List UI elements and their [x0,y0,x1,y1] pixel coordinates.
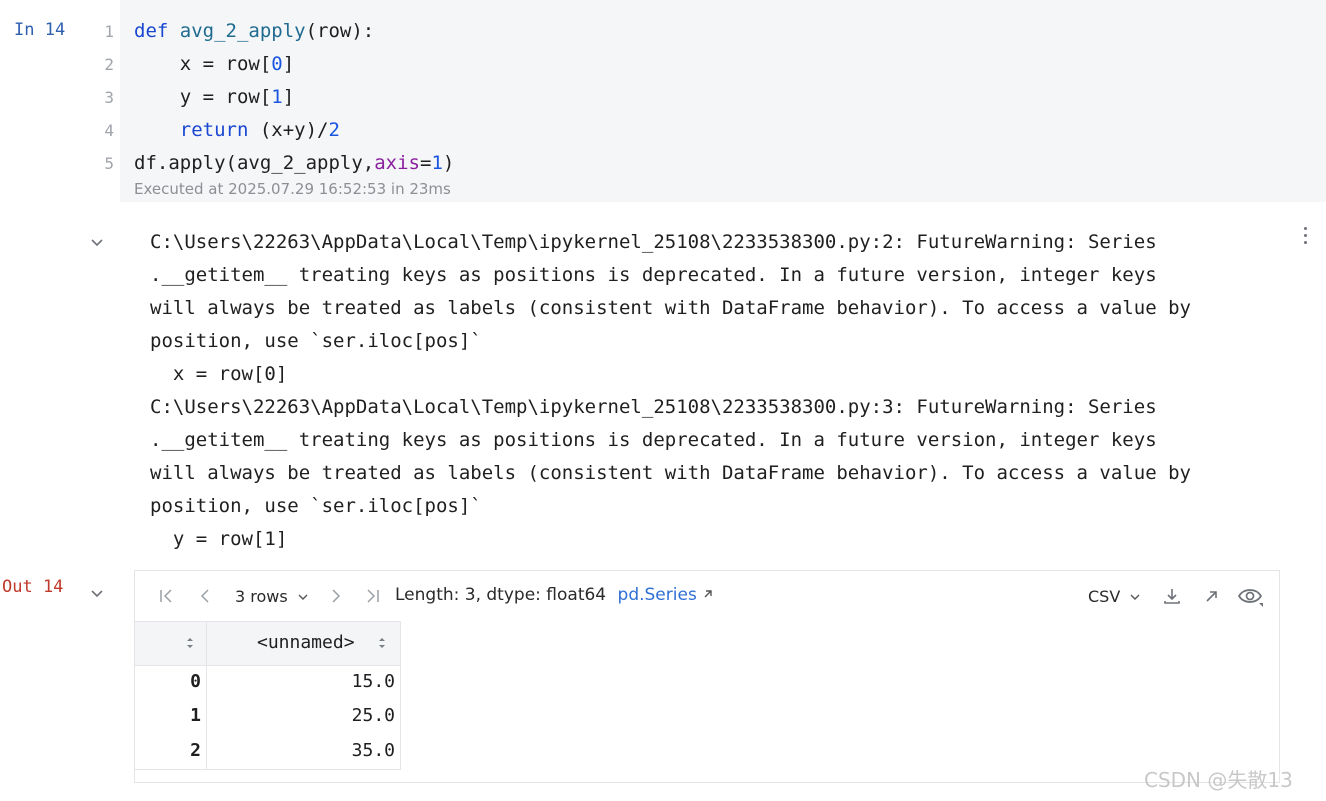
code-token: avg_2_apply [179,20,306,42]
chevron-down-icon [1130,594,1140,600]
code-line[interactable]: return (x+y)/2 [134,114,340,147]
code-line[interactable]: y = row[1] [134,81,294,114]
code-token: x = row[ [134,53,272,75]
execution-status: Executed at 2025.07.29 16:52:53 in 23ms [134,180,451,198]
export-format-select[interactable]: CSV [1088,587,1141,606]
code-token: ] [282,53,295,75]
stderr-line: C:\Users\22263\AppData\Local\Temp\ipyker… [150,231,1157,253]
code-token: = [419,152,432,174]
rows-per-page-label: 3 rows [235,587,288,606]
code-token: (x+y)/ [248,119,329,141]
export-format-label: CSV [1088,587,1121,606]
code-token: ] [282,86,295,108]
code-line[interactable]: def avg_2_apply(row): [134,15,374,48]
stderr-line: .__getitem__ treating keys as positions … [150,429,1157,451]
code-token: return [179,119,249,141]
download-icon[interactable] [1162,586,1182,606]
code-token: y = row[ [134,86,272,108]
stderr-line: position, use `ser.iloc[pos]` [150,330,482,352]
line-number: 2 [104,55,114,74]
row-index: 2 [190,740,201,761]
more-options-icon[interactable] [1302,227,1310,249]
stderr-line: will always be treated as labels (consis… [150,297,1191,319]
sort-icon[interactable] [378,636,386,650]
prev-page-icon[interactable] [196,587,214,605]
table-bottom-border [135,769,400,770]
last-page-icon[interactable] [364,587,382,605]
next-page-icon[interactable] [327,587,345,605]
cell-value[interactable]: 25.0 [215,705,395,726]
watermark: CSDN @失散13 [1144,768,1293,792]
table-toolbar: 3 rows Length: 3, dtype: float64 pd.Seri… [135,571,1279,621]
code-token: 1 [431,152,443,174]
code-line[interactable]: df.apply(avg_2_apply,axis=1) [134,147,454,180]
series-info-text: Length: 3, dtype: float64 [395,585,607,605]
code-token: axis [374,152,420,174]
stderr-line: will always be treated as labels (consis… [150,462,1191,484]
eye-icon[interactable] [1237,585,1265,609]
first-page-icon[interactable] [157,587,175,605]
code-token: (row): [305,20,375,42]
code-token: def [134,20,180,42]
stderr-line: y = row[1] [150,528,288,550]
chevron-down-icon [298,594,308,600]
input-prompt: In 14 [14,20,66,40]
column-header-unnamed[interactable]: <unnamed> [257,632,355,653]
table-header-row: <unnamed> [135,621,400,666]
series-info: Length: 3, dtype: float64 pd.Series [395,585,714,605]
stderr-line: C:\Users\22263\AppData\Local\Temp\ipyker… [150,396,1157,418]
line-number: 4 [104,121,114,140]
cell-value[interactable]: 35.0 [215,740,395,761]
column-divider [400,621,401,770]
series-type-link-label: pd.Series [617,585,697,605]
code-token: df.apply(avg_2_apply, [134,152,375,174]
series-type-link[interactable]: pd.Series [618,585,715,605]
stderr-line: .__getitem__ treating keys as positions … [150,264,1157,286]
code-line[interactable]: x = row[0] [134,48,294,81]
stderr-line: position, use `ser.iloc[pos]` [150,495,482,517]
code-token: ) [442,152,455,174]
row-index: 0 [190,671,201,692]
line-number: 3 [104,88,114,107]
open-external-icon[interactable] [1203,587,1221,605]
arrow-up-right-icon [704,590,712,598]
code-token: 0 [271,53,283,75]
collapse-chevron-down-icon[interactable] [89,585,105,601]
collapse-chevron-down-icon[interactable] [89,234,105,250]
line-number: 1 [104,22,114,41]
stderr-line: x = row[0] [150,363,288,385]
output-prompt: Out 14 [2,577,64,597]
row-index: 1 [190,705,201,726]
code-token: 2 [328,119,340,141]
line-number: 5 [104,154,114,173]
sort-icon[interactable] [186,636,194,650]
code-token: 1 [271,86,283,108]
dataframe-viewer: 3 rows Length: 3, dtype: float64 pd.Seri… [134,570,1280,783]
rows-per-page-select[interactable]: 3 rows [235,587,309,606]
column-divider [206,621,207,770]
cell-value[interactable]: 15.0 [215,671,395,692]
